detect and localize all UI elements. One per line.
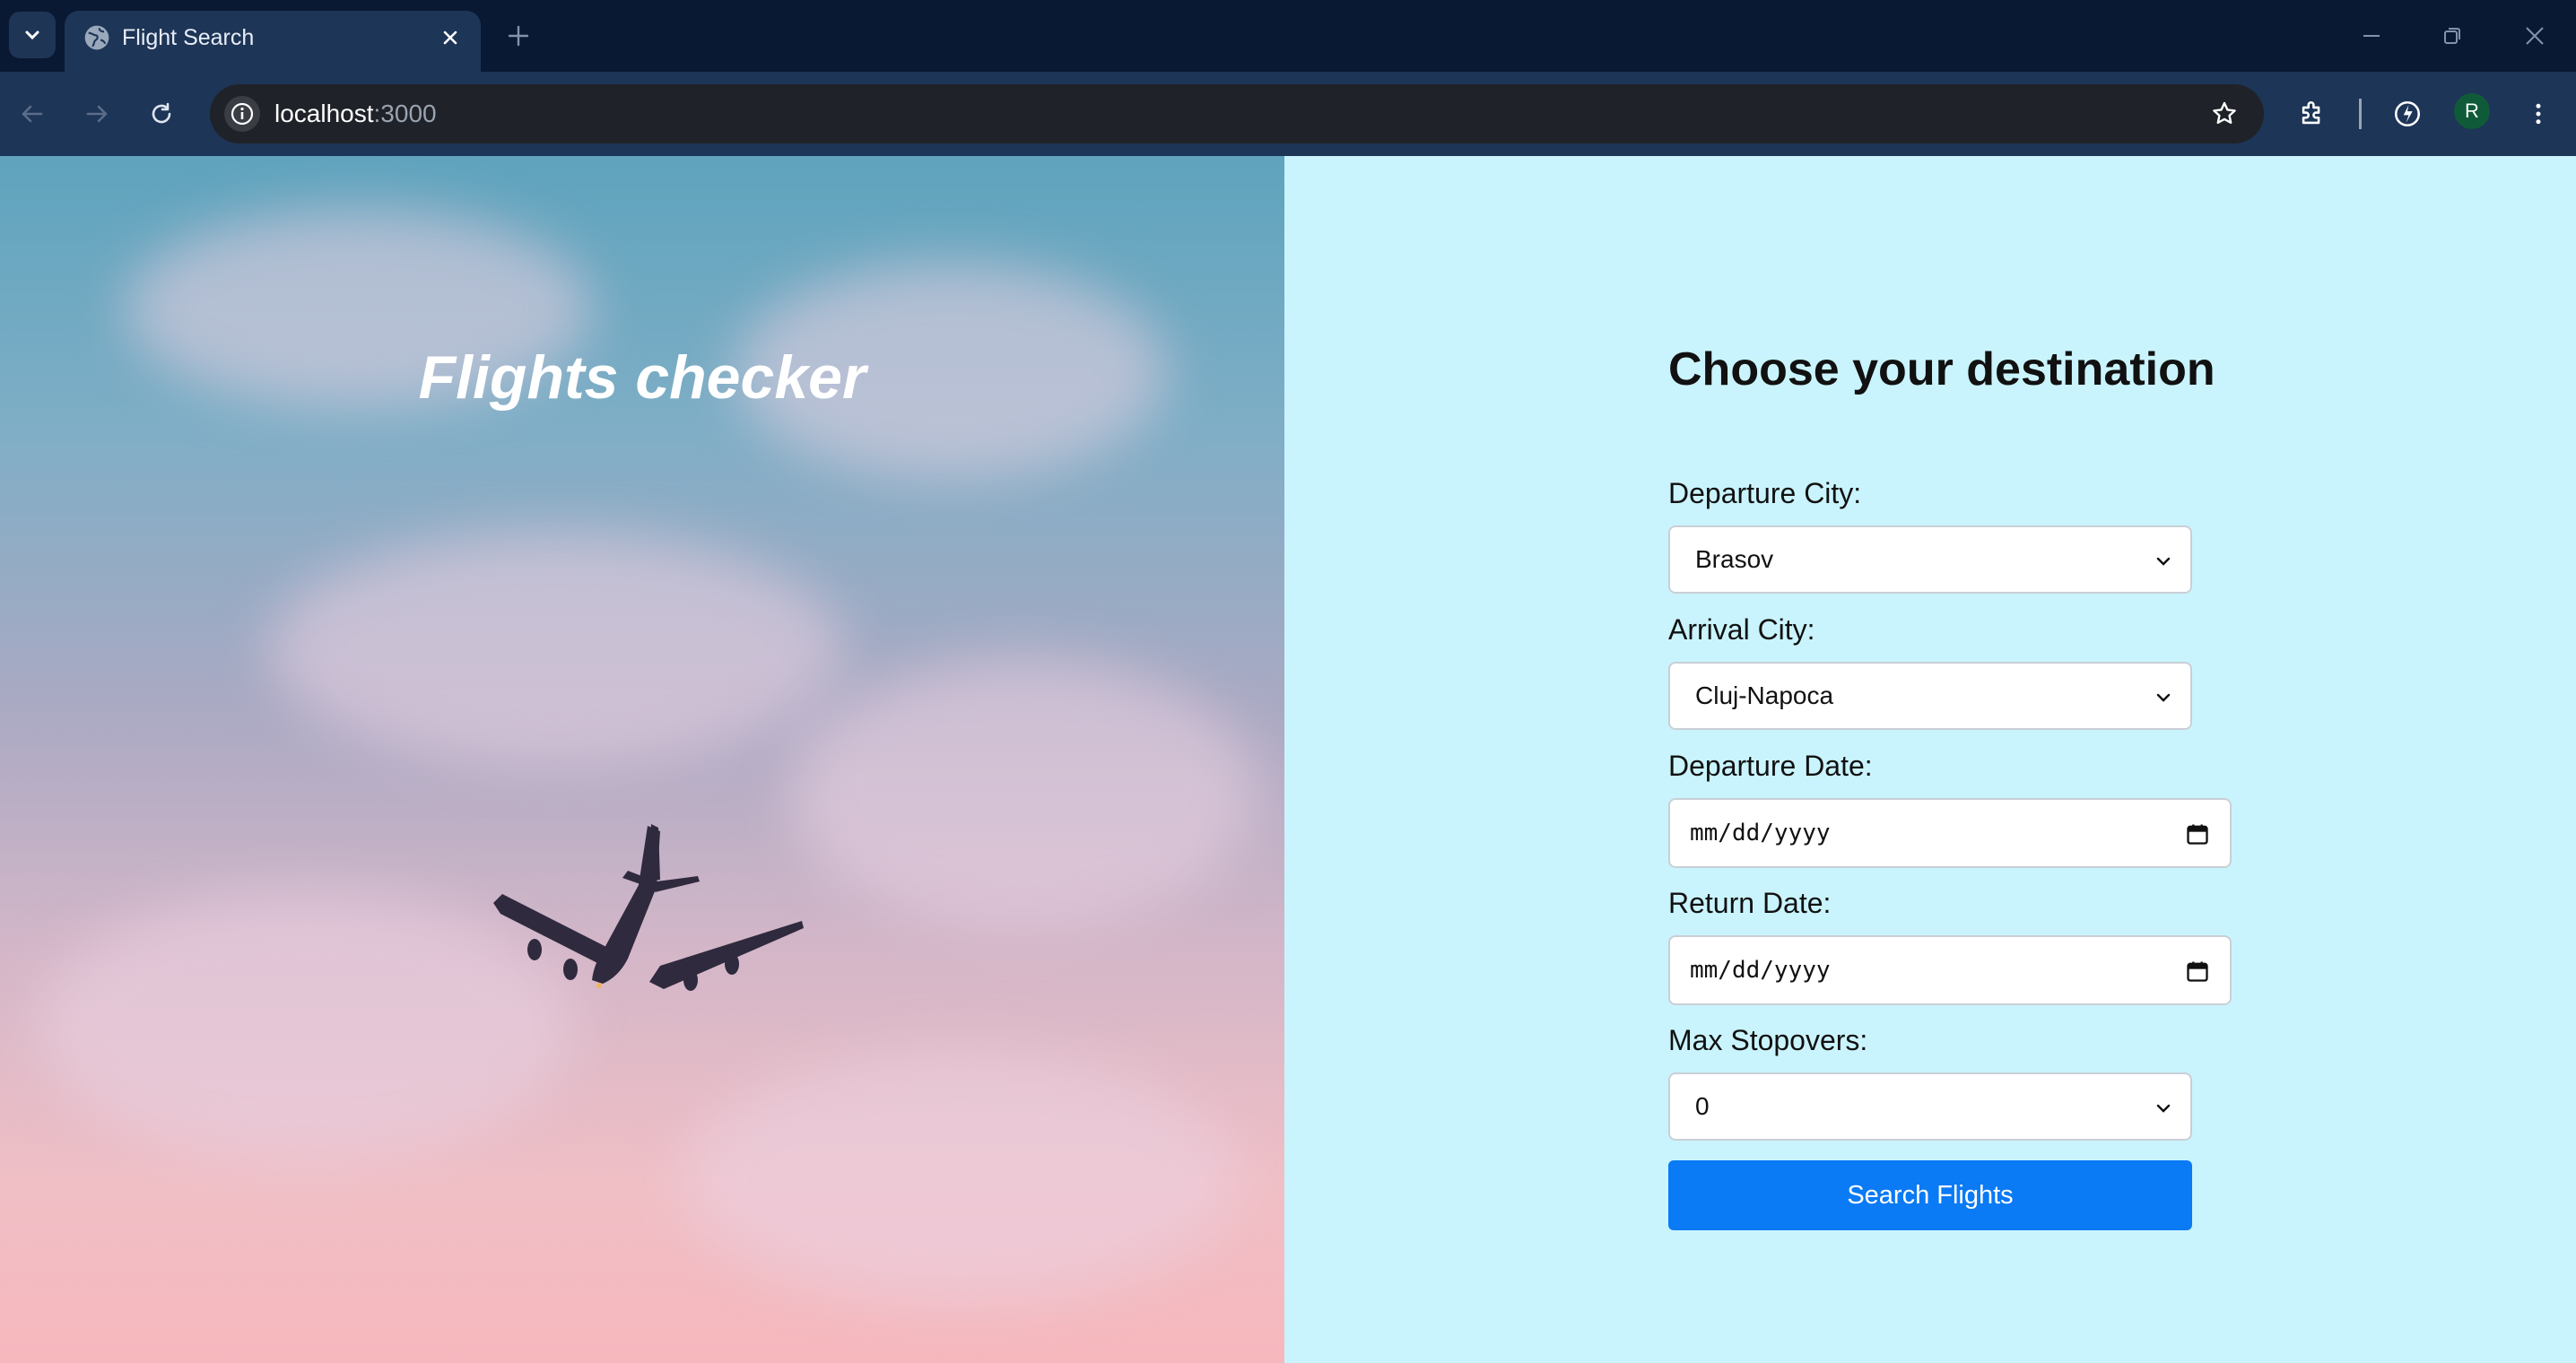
cloud-shape bbox=[682, 1053, 1238, 1304]
url-text[interactable]: localhost:3000 bbox=[274, 99, 437, 129]
toolbar-separator bbox=[2359, 99, 2362, 129]
address-bar[interactable]: localhost:3000 bbox=[210, 84, 2264, 143]
tab-strip: Flight Search bbox=[0, 0, 2576, 72]
arrow-right-icon bbox=[86, 105, 108, 123]
departure-city-value: Brasov bbox=[1695, 545, 1774, 573]
tab-search-button[interactable] bbox=[9, 12, 56, 58]
browser-menu-button[interactable] bbox=[2515, 91, 2562, 137]
arrow-left-icon bbox=[22, 105, 43, 123]
minimize-icon bbox=[2363, 35, 2380, 37]
form-heading: Choose your destination bbox=[1668, 343, 2215, 395]
extensions-button[interactable] bbox=[2289, 91, 2336, 137]
bookmark-button[interactable] bbox=[2206, 96, 2242, 132]
profile-avatar[interactable]: R bbox=[2454, 93, 2490, 129]
chevron-down-icon bbox=[2156, 557, 2171, 566]
max-stopovers-label: Max Stopovers: bbox=[1668, 1024, 1868, 1056]
restore-button[interactable] bbox=[2425, 14, 2479, 57]
tab-title: Flight Search bbox=[122, 25, 255, 50]
close-icon bbox=[2526, 27, 2544, 45]
airplane-image bbox=[493, 824, 804, 991]
chevron-down-icon bbox=[2156, 1104, 2171, 1113]
minimize-button[interactable] bbox=[2345, 14, 2398, 57]
tab-close-button[interactable] bbox=[432, 20, 468, 56]
departure-date-placeholder: mm/dd/yyyy bbox=[1690, 820, 1831, 846]
close-window-button[interactable] bbox=[2508, 14, 2562, 57]
arrival-city-select[interactable]: Cluj-Napoca bbox=[1668, 662, 2192, 730]
return-date-placeholder: mm/dd/yyyy bbox=[1690, 957, 1831, 984]
puzzle-icon bbox=[2302, 101, 2320, 125]
star-icon bbox=[2213, 101, 2236, 125]
url-port: :3000 bbox=[373, 100, 437, 127]
plus-icon bbox=[508, 25, 529, 47]
browser-toolbar: localhost:3000 bbox=[0, 72, 2576, 156]
arrival-city-value: Cluj-Napoca bbox=[1695, 682, 1834, 709]
search-panel: Choose your destination Departure City: … bbox=[1284, 156, 2576, 1363]
return-date-label: Return Date: bbox=[1668, 887, 1832, 919]
chevron-down-icon bbox=[25, 30, 39, 40]
cloud-shape bbox=[269, 533, 843, 766]
more-vert-icon bbox=[2536, 103, 2541, 125]
reload-button[interactable] bbox=[138, 91, 185, 137]
new-tab-button[interactable] bbox=[499, 16, 538, 56]
hero-image: Flights checker bbox=[0, 156, 1284, 1363]
close-icon bbox=[443, 30, 457, 45]
max-stopovers-select[interactable]: 0 bbox=[1668, 1072, 2192, 1141]
chevron-down-icon bbox=[2156, 693, 2171, 702]
departure-city-select[interactable]: Brasov bbox=[1668, 525, 2192, 594]
globe-icon bbox=[84, 25, 109, 50]
search-flights-button[interactable]: Search Flights bbox=[1668, 1160, 2192, 1230]
hero-title: Flights checker bbox=[418, 343, 866, 412]
arrival-city-label: Arrival City: bbox=[1668, 613, 1815, 646]
return-date-input[interactable]: mm/dd/yyyy bbox=[1668, 935, 2232, 1005]
leaf-icon bbox=[2394, 100, 2421, 127]
calendar-icon[interactable] bbox=[2185, 821, 2210, 846]
back-button[interactable] bbox=[9, 91, 56, 137]
cloud-shape bbox=[789, 658, 1256, 927]
restore-icon bbox=[2444, 28, 2460, 44]
calendar-icon[interactable] bbox=[2185, 959, 2210, 984]
browser-tab[interactable]: Flight Search bbox=[65, 11, 481, 72]
departure-date-label: Departure Date: bbox=[1668, 750, 1873, 782]
departure-city-label: Departure City: bbox=[1668, 477, 1862, 509]
url-host: localhost bbox=[274, 100, 374, 127]
info-icon bbox=[231, 102, 254, 126]
reload-icon bbox=[152, 102, 171, 124]
performance-button[interactable] bbox=[2384, 91, 2431, 137]
forward-button[interactable] bbox=[74, 91, 120, 137]
site-info-button[interactable] bbox=[224, 96, 260, 132]
departure-date-input[interactable]: mm/dd/yyyy bbox=[1668, 798, 2232, 868]
page-viewport: Flights checker Choose your destination … bbox=[0, 156, 2576, 1363]
max-stopovers-value: 0 bbox=[1695, 1092, 1710, 1120]
